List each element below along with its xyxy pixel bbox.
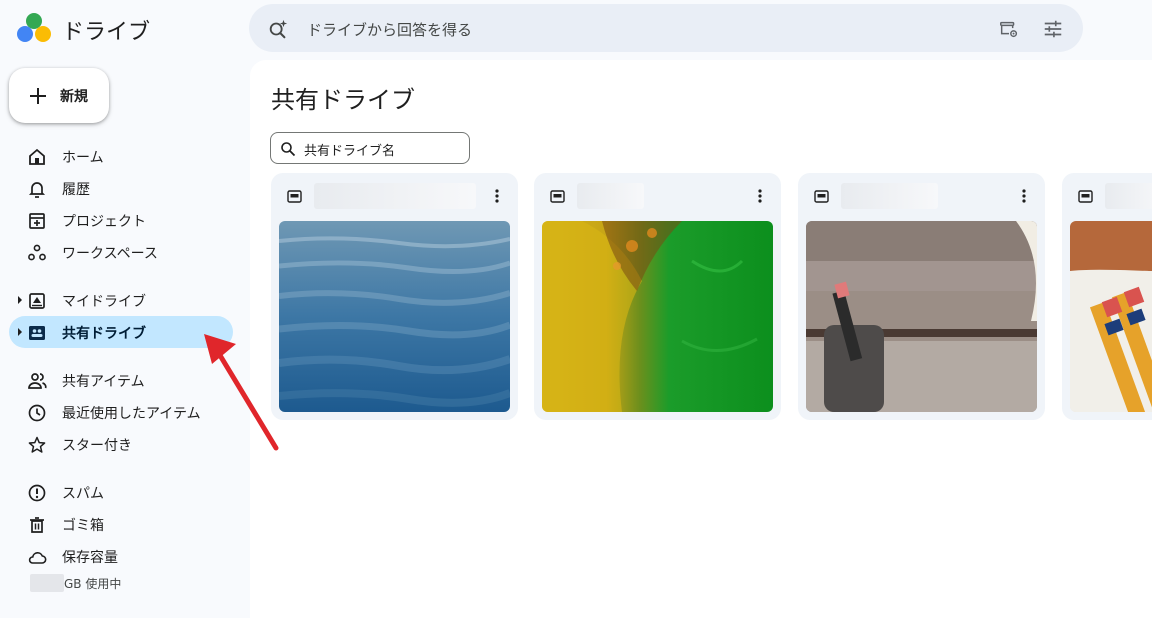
cloud-icon: [28, 552, 47, 564]
sidebar-item-label: スター付き: [62, 438, 132, 454]
sidebar-item-workspaces[interactable]: ワークスペース: [9, 236, 233, 268]
expand-caret-icon[interactable]: [17, 295, 23, 305]
sidebar-item-history[interactable]: 履歴: [9, 172, 233, 204]
plus-icon: [30, 87, 46, 104]
sidebar-item-label: ゴミ箱: [62, 518, 104, 534]
drive-cover-image: [542, 221, 773, 412]
shared-drive-card-icon: [814, 190, 829, 203]
sidebar-item-my-drive[interactable]: マイドライブ: [9, 284, 233, 316]
sidebar-item-label: ワークスペース: [62, 246, 158, 262]
redacted-drive-name: [577, 183, 644, 209]
bell-icon: [28, 182, 46, 198]
sidebar-item-home[interactable]: ホーム: [9, 140, 233, 172]
main-content: 共有ドライブ 共有ドライブ名: [250, 60, 1152, 618]
drive-logo[interactable]: [16, 12, 52, 44]
storage-usage-text: GB 使用中: [64, 576, 122, 591]
app-title: ドライブ: [62, 20, 151, 45]
sidebar-item-label: 共有ドライブ: [62, 326, 146, 342]
spam-icon: [28, 484, 46, 502]
search-bar[interactable]: ドライブから回答を得る: [249, 4, 1083, 52]
sidebar-item-shared-drives[interactable]: 共有ドライブ: [9, 316, 233, 348]
sidebar-item-label: 保存容量: [62, 550, 118, 566]
sidebar-item-recent[interactable]: 最近使用したアイテム: [9, 396, 233, 428]
workspace-icon: [28, 244, 46, 261]
shared-drive-card[interactable]: [534, 173, 781, 420]
shared-drive-filter-input[interactable]: 共有ドライブ名: [270, 132, 470, 164]
more-vert-icon[interactable]: [751, 187, 769, 205]
shared-drive-card[interactable]: [1062, 173, 1152, 420]
sidebar-item-trash[interactable]: ゴミ箱: [9, 508, 233, 540]
search-placeholder[interactable]: ドライブから回答を得る: [307, 19, 472, 40]
shared-drive-card[interactable]: [798, 173, 1045, 420]
shared-drive-card-icon: [1078, 190, 1093, 203]
sparkle-search-icon: [269, 19, 288, 39]
sidebar-item-label: 履歴: [62, 182, 90, 198]
more-vert-icon[interactable]: [488, 187, 506, 205]
sidebar-item-label: ホーム: [62, 150, 104, 166]
shared-drive-icon: [29, 326, 45, 340]
sidebar-item-label: スパム: [62, 486, 104, 502]
shared-drive-card[interactable]: [271, 173, 518, 420]
search-options-icon[interactable]: [1041, 18, 1065, 40]
drive-settings-filter-icon[interactable]: [997, 18, 1021, 40]
sidebar-item-spam[interactable]: スパム: [9, 476, 233, 508]
new-button[interactable]: 新規: [9, 68, 109, 123]
storage-usage: GB 使用中: [30, 574, 121, 592]
star-icon: [28, 436, 46, 453]
redacted-drive-name: [1105, 183, 1152, 209]
more-vert-icon[interactable]: [1015, 187, 1033, 205]
home-icon: [29, 148, 45, 165]
new-button-label: 新規: [60, 88, 88, 105]
project-icon: [29, 213, 45, 229]
drive-logo-icon: [17, 13, 51, 42]
trash-icon: [30, 517, 44, 533]
sidebar-item-shared-with-me[interactable]: 共有アイテム: [9, 364, 233, 396]
search-icon: [281, 142, 296, 157]
redacted-drive-name: [314, 183, 476, 209]
drive-cover-image: [806, 221, 1037, 412]
sidebar-item-label: 最近使用したアイテム: [62, 406, 201, 422]
shared-drive-card-icon: [287, 190, 302, 203]
sidebar-item-storage[interactable]: 保存容量: [9, 540, 233, 572]
redacted-drive-name: [841, 183, 938, 209]
shared-drive-card-icon: [550, 190, 565, 203]
sidebar-item-starred[interactable]: スター付き: [9, 428, 233, 460]
drive-cover-image: [1070, 221, 1152, 412]
sidebar-item-label: マイドライブ: [62, 294, 146, 310]
my-drive-icon: [29, 293, 45, 309]
page-title: 共有ドライブ: [271, 86, 415, 114]
sidebar-item-label: プロジェクト: [62, 214, 146, 230]
redacted-value: [30, 574, 64, 592]
shared-people-icon: [28, 373, 47, 389]
drive-cover-image: [279, 221, 510, 412]
expand-caret-icon[interactable]: [17, 327, 23, 337]
sidebar-item-label: 共有アイテム: [62, 374, 145, 390]
filter-placeholder: 共有ドライブ名: [304, 144, 396, 159]
clock-icon: [28, 404, 46, 422]
sidebar-item-projects[interactable]: プロジェクト: [9, 204, 233, 236]
